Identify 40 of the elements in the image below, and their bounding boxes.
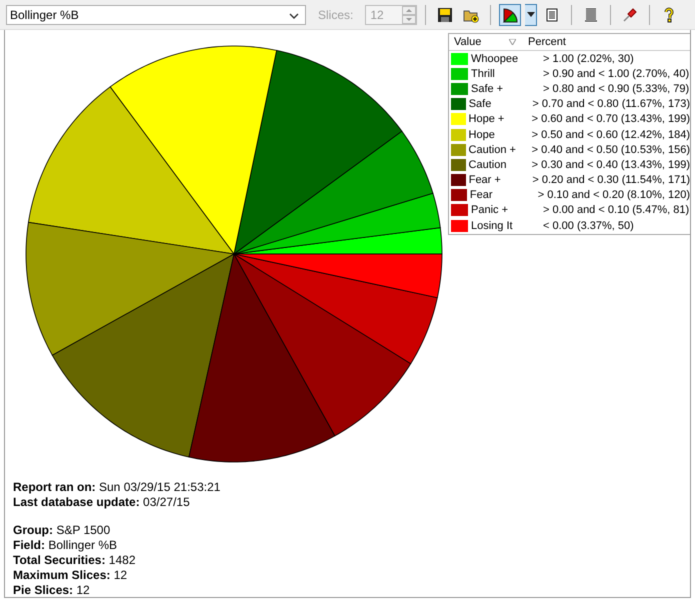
legend-label: Hope +: [468, 113, 506, 126]
report-line: Field: Bollinger %B: [13, 538, 118, 553]
legend-label: Whoopee: [471, 52, 520, 65]
legend-value: > 0.80 and < 0.90 (5.33%, 79): [542, 82, 690, 95]
report-line: Last database update: 03/27/15: [13, 495, 191, 510]
pie-chart-icon[interactable]: [499, 4, 522, 26]
report-line: Pie Slices: 12: [13, 583, 91, 598]
dropdown-button[interactable]: [525, 4, 538, 26]
legend-value: > 0.50 and < 0.60 (12.42%, 184): [530, 128, 690, 141]
legend-label: Caution +: [468, 144, 517, 156]
legend-value: > 1.00 (2.02%, 30): [542, 52, 634, 65]
legend-label: Safe: [468, 98, 492, 110]
legend-label: Panic +: [471, 204, 509, 216]
legend-value: > 0.60 and < 0.70 (13.43%, 199): [530, 113, 690, 126]
legend-value: > 0.00 and < 0.10 (5.47%, 81): [542, 204, 690, 216]
legend-label: Hope: [468, 128, 496, 141]
legend-value: > 0.70 and < 0.80 (11.67%, 173): [531, 98, 690, 110]
report-line: Report ran on: Sun 03/29/15 21:53:21: [13, 480, 222, 495]
column-header[interactable]: Value: [449, 36, 509, 48]
legend-value: > 0.10 and < 0.20 (8.10%, 120): [536, 189, 690, 202]
column-header[interactable]: Percent: [528, 36, 566, 48]
legend-label: Fear: [470, 189, 494, 202]
legend-label: Fear +: [468, 174, 502, 186]
slices-label: Slices:: [318, 8, 354, 22]
chevron-icon: [289, 12, 299, 18]
legend-value: > 0.30 and < 0.40 (13.43%, 199): [530, 158, 690, 171]
field-select[interactable]: Bollinger %B: [6, 4, 306, 24]
legend-label: Safe +: [471, 82, 504, 95]
legend-label: Caution: [468, 158, 508, 171]
report-line: Maximum Slices: 12: [13, 568, 128, 583]
sort-icon: [509, 39, 516, 45]
legend-value: > 0.90 and < 1.00 (2.70%, 40): [542, 68, 690, 80]
report-line: Group: S&P 1500: [13, 523, 112, 538]
caret-icon: [526, 12, 535, 17]
legend-value: > 0.20 and < 0.30 (11.54%, 171): [531, 174, 690, 186]
legend-label: Losing It: [471, 220, 514, 232]
legend-value: > 0.40 and < 0.50 (10.53%, 156): [530, 144, 690, 156]
legend-value: < 0.00 (3.37%, 50): [542, 220, 634, 232]
legend-label: Thrill: [471, 68, 496, 80]
report-line: Total Securities: 1482: [13, 553, 136, 568]
